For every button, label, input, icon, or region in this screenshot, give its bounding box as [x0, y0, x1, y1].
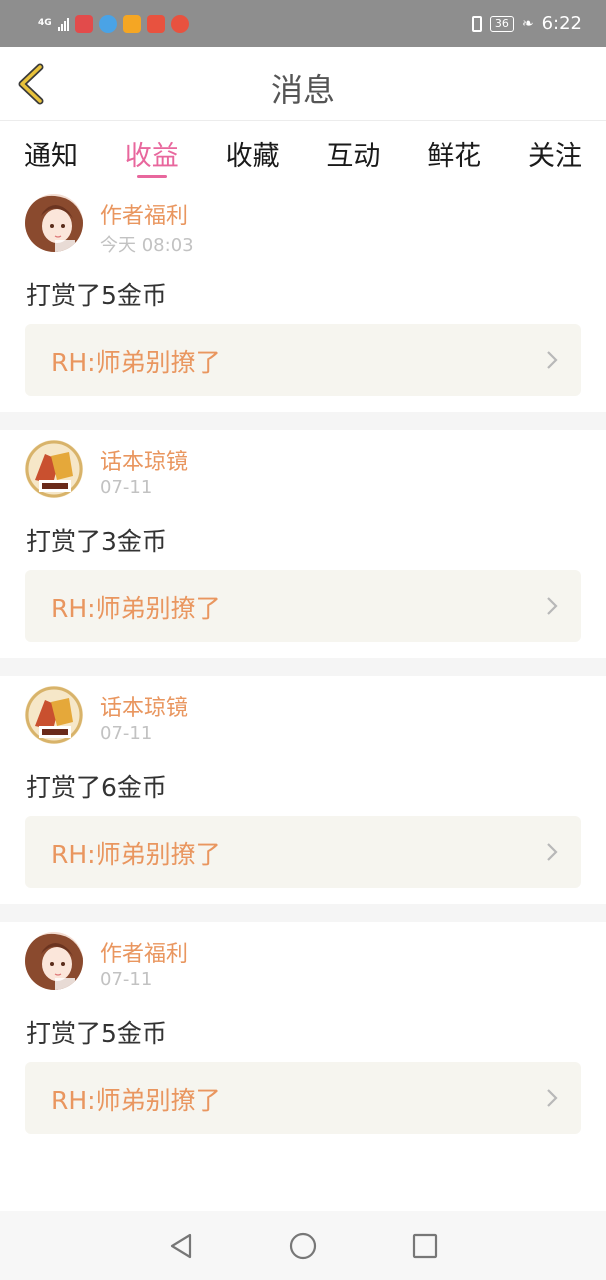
app-notification-icon [74, 14, 93, 33]
chevron-right-icon [547, 597, 558, 615]
message-text: 打赏了6金币 [26, 773, 167, 802]
status-left: 4G [38, 14, 189, 33]
network-type: 4G [38, 18, 52, 28]
sender-name[interactable]: 话本琼镜 [100, 444, 188, 476]
message-card: 作者福利 07-11 打赏了5金币 RH:师弟别撩了 [0, 922, 606, 1150]
message-text: 打赏了5金币 [26, 1019, 167, 1048]
clock: 6:22 [541, 13, 582, 34]
book-reference-link[interactable]: RH:师弟别撩了 [25, 324, 581, 396]
divider [0, 904, 606, 922]
anime-girl-avatar-icon [25, 932, 83, 990]
divider [0, 658, 606, 676]
tab-notifications[interactable]: 通知 [24, 122, 78, 184]
message-card: 话本琼镜 07-11 打赏了6金币 RH:师弟别撩了 [0, 676, 606, 904]
book-title: RH:师弟别撩了 [51, 348, 221, 377]
book-title: RH:师弟别撩了 [51, 840, 221, 869]
tab-favorites[interactable]: 收藏 [226, 122, 280, 184]
weibo-icon [170, 14, 189, 33]
nav-home-button[interactable] [288, 1231, 318, 1261]
message-time: 07-11 [100, 969, 153, 990]
message-list: 作者福利 今天 08:03 打赏了5金币 RH:师弟别撩了 话本琼镜 07-11… [0, 184, 606, 1150]
message-text: 打赏了3金币 [26, 527, 167, 556]
sender-name[interactable]: 作者福利 [100, 198, 188, 230]
system-nav-bar [0, 1211, 606, 1280]
status-bar: 4G 36 ❧ 6:22 [0, 0, 606, 47]
tab-following[interactable]: 关注 [528, 122, 582, 184]
app-notification-icon [98, 14, 117, 33]
message-card: 话本琼镜 07-11 打赏了3金币 RH:师弟别撩了 [0, 430, 606, 658]
vibrate-icon [471, 15, 482, 32]
message-time: 07-11 [100, 477, 153, 498]
tab-earnings[interactable]: 收益 [125, 122, 179, 184]
book-logo-avatar-icon [25, 440, 83, 498]
app-notification-icon [122, 14, 141, 33]
book-reference-link[interactable]: RH:师弟别撩了 [25, 816, 581, 888]
book-title: RH:师弟别撩了 [51, 1086, 221, 1115]
chevron-right-icon [547, 843, 558, 861]
battery-icon: 36 [489, 15, 514, 32]
nav-back-button[interactable] [166, 1231, 196, 1261]
divider [0, 412, 606, 430]
message-time: 07-11 [100, 723, 153, 744]
avatar[interactable] [25, 686, 83, 744]
tab-interactions[interactable]: 互动 [326, 122, 380, 184]
tab-bar: 通知 收益 收藏 互动 鲜花 关注 [0, 122, 606, 184]
app-header: 消息 [0, 47, 606, 121]
chevron-right-icon [547, 351, 558, 369]
leaf-icon: ❧ [521, 15, 534, 32]
book-logo-avatar-icon [25, 686, 83, 744]
signal-icon [57, 17, 69, 31]
book-reference-link[interactable]: RH:师弟别撩了 [25, 570, 581, 642]
tab-flowers[interactable]: 鲜花 [427, 122, 481, 184]
avatar[interactable] [25, 932, 83, 990]
message-card: 作者福利 今天 08:03 打赏了5金币 RH:师弟别撩了 [0, 184, 606, 412]
sender-name[interactable]: 话本琼镜 [100, 690, 188, 722]
app-notification-icon [146, 14, 165, 33]
avatar[interactable] [25, 440, 83, 498]
sender-name[interactable]: 作者福利 [100, 936, 188, 968]
book-title: RH:师弟别撩了 [51, 594, 221, 623]
chevron-right-icon [547, 1089, 558, 1107]
book-reference-link[interactable]: RH:师弟别撩了 [25, 1062, 581, 1134]
square-recents-icon [412, 1233, 438, 1258]
avatar[interactable] [25, 194, 83, 252]
message-time: 今天 08:03 [100, 235, 194, 256]
nav-recents-button[interactable] [410, 1231, 440, 1261]
anime-girl-avatar-icon [25, 194, 83, 252]
status-right: 36 ❧ 6:22 [471, 13, 582, 34]
page-title: 消息 [270, 71, 335, 109]
triangle-back-icon [170, 1233, 192, 1258]
circle-home-icon [289, 1232, 317, 1259]
message-text: 打赏了5金币 [26, 281, 167, 310]
